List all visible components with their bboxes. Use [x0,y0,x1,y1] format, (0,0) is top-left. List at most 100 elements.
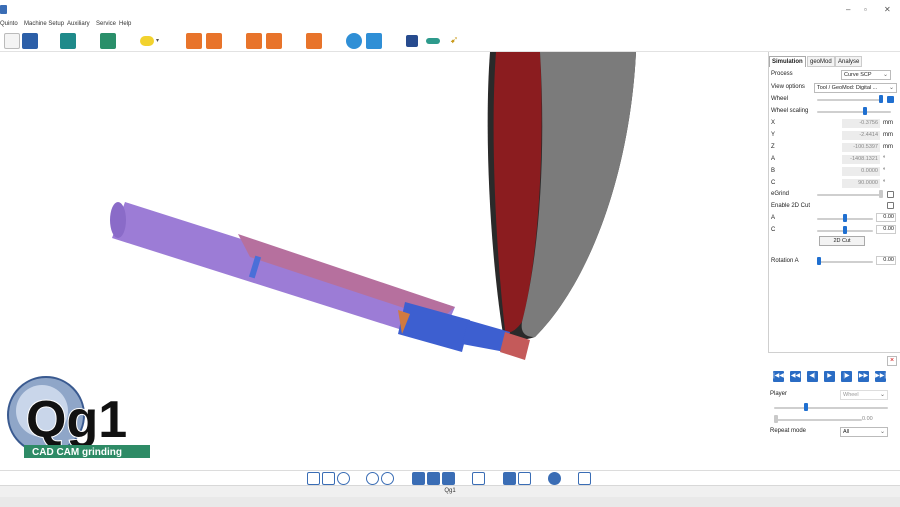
record-icon[interactable] [548,472,561,485]
player-position-slider[interactable] [774,415,778,423]
process-value: Curve SCP [844,72,872,78]
tab-simulation[interactable]: Simulation [769,56,806,67]
pan-icon[interactable] [322,472,335,485]
restore-button[interactable]: ▫ [864,6,867,14]
cylinder-icon[interactable] [426,38,440,44]
view-options-label: View options [771,84,805,90]
axis-a-value: -1408.1321 [842,155,880,164]
view-options-select[interactable]: Tool / GeoMod: Digital ... ⌄ [814,83,897,93]
logo-text: Qg1 [26,391,127,449]
axes-icon[interactable] [307,472,320,485]
enable-2d-cut-checkbox[interactable] [887,202,894,209]
wheel-slider[interactable] [879,95,883,103]
logo-subtitle: CAD CAM grinding [32,447,122,458]
qg1-logo: Qg1 CAD CAM grinding [4,375,154,463]
menu-auxiliary[interactable]: Auxiliary [67,21,90,27]
wheel-setup-icon[interactable] [100,33,116,49]
cut-c-slider[interactable] [843,226,847,234]
rotate-icon[interactable] [246,33,262,49]
status-text: Qg1 [444,488,456,494]
player-position-value: 0.00 [862,416,873,422]
egrind-checkbox[interactable] [887,191,894,198]
step-forward-button[interactable]: |▶ [841,371,852,382]
chevron-down-icon: ⌄ [882,72,888,78]
sample-icon[interactable] [186,33,202,49]
axis-z-unit: mm [883,144,893,150]
zoom-fit-icon[interactable] [381,472,394,485]
target-icon[interactable] [346,33,362,49]
menu-service[interactable]: Service [96,21,116,27]
rotation-a-track [817,261,873,263]
axis-x-label: X [771,120,776,126]
player-speed-slider[interactable] [804,403,808,411]
measure-icon[interactable] [503,472,516,485]
toolbar: ▾ ➹ [0,31,900,52]
rotate-view-icon[interactable] [337,472,350,485]
grid-icon[interactable] [306,33,322,49]
player-label: Player [770,391,788,397]
2d-cut-button[interactable]: 2D Cut [819,236,865,246]
last-frame-button[interactable]: ▶▶| [875,371,886,382]
minimize-button[interactable]: – [846,6,850,14]
rotation-a-value[interactable]: 0.00 [876,256,896,265]
axis-b-label: B [771,168,776,174]
axis-b-unit: ° [883,168,886,174]
player-position-track [774,419,862,421]
save-icon[interactable] [4,33,20,49]
program-icon[interactable] [266,33,282,49]
table-icon[interactable] [22,33,38,49]
wheel-scaling-slider[interactable] [863,107,867,115]
wheel-scaling-label: Wheel scaling [771,108,809,114]
close-player-button[interactable]: × [887,356,897,366]
hand-icon[interactable] [578,472,591,485]
axis-x-value: -0.3756 [842,119,880,128]
view-side-icon[interactable] [427,472,440,485]
close-button[interactable]: ✕ [884,6,891,14]
egrind-label: eGrind [771,191,790,197]
play-button[interactable]: ▶ [824,371,835,382]
menu-quinto[interactable]: Quinto [0,21,18,27]
axis-c-value: 90.0000 [842,179,880,188]
tab-analyse[interactable]: Analyse [835,56,863,67]
rotation-a-slider[interactable] [817,257,821,265]
grinding-machine-icon[interactable] [60,33,76,49]
menu-machine-setup[interactable]: Machine Setup [24,21,64,27]
probe-icon[interactable] [518,472,531,485]
wheel-slider-track [817,99,883,101]
first-frame-button[interactable]: |◀◀ [773,371,784,382]
repeat-mode-label: Repeat mode [770,428,807,434]
cut-c-label: C [771,227,776,233]
arrow-icon[interactable]: ➹ [450,35,458,46]
chevron-down-icon: ⌄ [879,392,885,398]
logo-graphic: Qg1 CAD CAM grinding [7,376,150,458]
tool-edit-icon[interactable] [206,33,222,49]
menu-help[interactable]: Help [119,21,131,27]
menu-bar: Quinto Machine Setup Auxiliary Service H… [0,20,900,31]
profile-icon[interactable] [366,33,382,49]
cut-c-value[interactable]: 0.00 [876,225,896,234]
app-icon [0,5,7,14]
step-back-button[interactable]: ◀| [807,371,818,382]
wheelpack-icon[interactable] [406,35,418,47]
reset-view-icon[interactable] [472,472,485,485]
cloud-dropdown-icon[interactable] [140,36,154,46]
axis-y-unit: mm [883,132,893,138]
process-label: Process [771,71,793,77]
zoom-icon[interactable] [366,472,379,485]
cut-a-value[interactable]: 0.00 [876,213,896,222]
dropdown-arrow-icon[interactable]: ▾ [156,37,159,44]
view-front-icon[interactable] [412,472,425,485]
wheel-label: Wheel [771,96,789,102]
wheel-checkbox[interactable] [887,96,894,103]
fast-forward-button[interactable]: ▶▶ [858,371,869,382]
player-panel: × |◀◀ ◀◀ ◀| ▶ |▶ ▶▶ ▶▶| Player Wheel ⌄ 0.… [768,352,900,470]
player-value: Wheel [843,392,859,398]
cut-a-slider[interactable] [843,214,847,222]
fast-rewind-button[interactable]: ◀◀ [790,371,801,382]
egrind-slider[interactable] [879,190,883,198]
view-top-icon[interactable] [442,472,455,485]
tab-geomod[interactable]: geoMod [807,56,835,67]
repeat-mode-select[interactable]: All ⌄ [840,427,888,437]
player-select[interactable]: Wheel ⌄ [840,390,888,400]
process-select[interactable]: Curve SCP ⌄ [841,70,891,80]
